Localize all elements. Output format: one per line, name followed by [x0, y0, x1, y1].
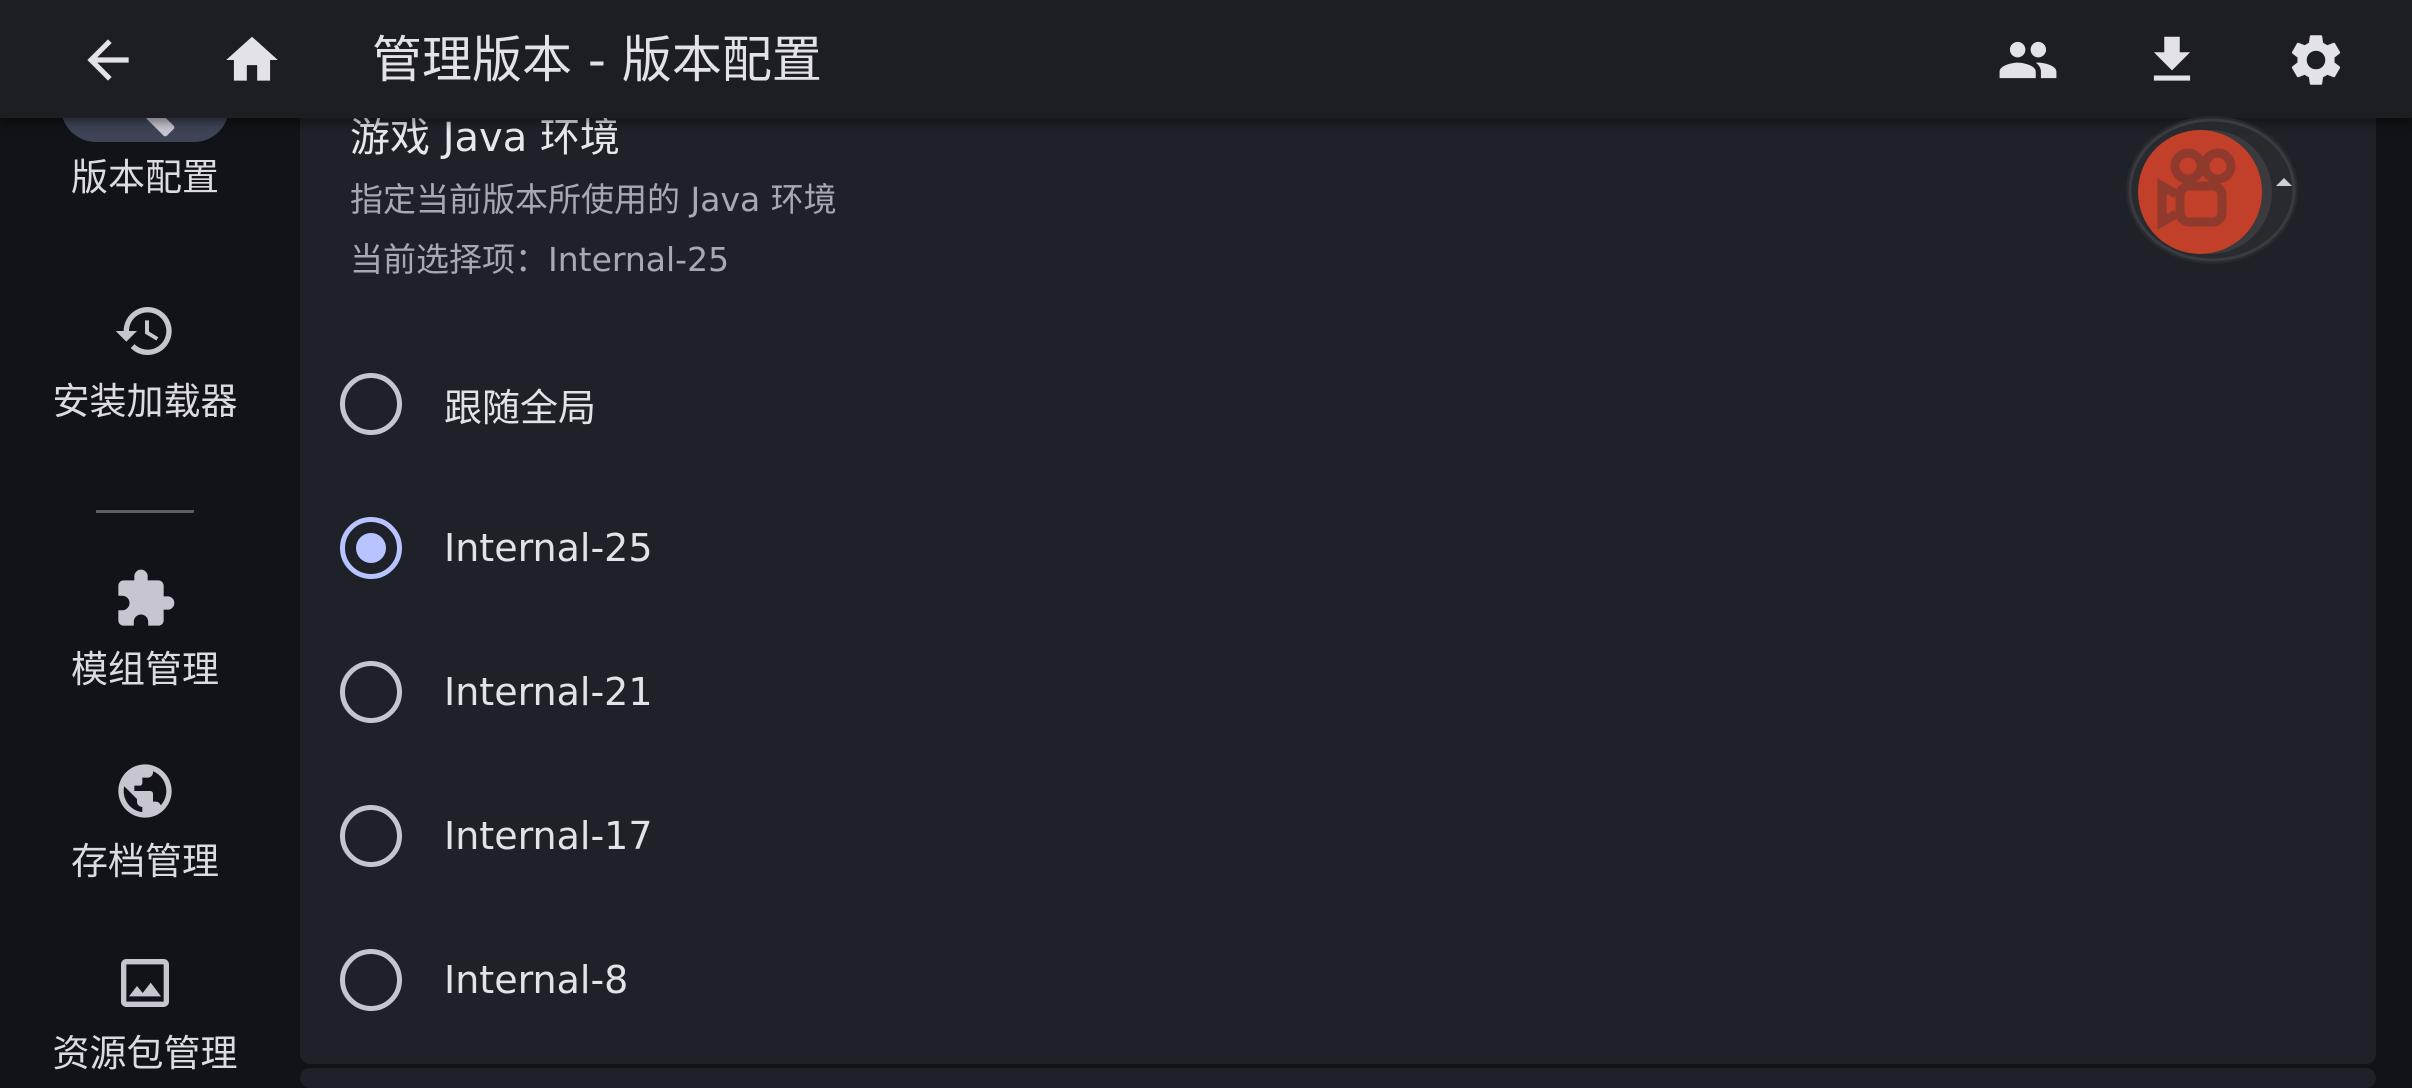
- globe-icon: [118, 764, 172, 818]
- java-option-internal-25[interactable]: Internal-25: [340, 498, 1540, 598]
- next-card-edge: [300, 1068, 2376, 1088]
- nav-label: 模组管理: [71, 648, 219, 691]
- option-label: 跟随全局: [444, 385, 597, 430]
- floating-record-button[interactable]: [2124, 114, 2300, 266]
- download-icon: [2153, 36, 2191, 81]
- java-option-internal-21[interactable]: Internal-21: [340, 642, 1540, 742]
- settings-button[interactable]: [2276, 20, 2356, 100]
- option-label: Internal-21: [444, 670, 653, 714]
- wrench-icon: [145, 118, 175, 137]
- back-button[interactable]: [68, 20, 148, 100]
- nav-item-version-config[interactable]: 版本配置: [0, 118, 290, 202]
- java-option-internal-8[interactable]: Internal-8: [340, 930, 1540, 1030]
- section-title: 游戏 Java 环境: [350, 115, 620, 161]
- radio-button-selected[interactable]: [340, 517, 402, 579]
- home-icon: [226, 36, 278, 81]
- radio-button[interactable]: [340, 373, 402, 435]
- puzzle-icon: [118, 569, 175, 626]
- java-environment-card: 游戏 Java 环境 指定当前版本所使用的 Java 环境 当前选择项：Inte…: [300, 98, 2376, 1064]
- nav-active-indicator: [61, 118, 229, 142]
- accounts-button[interactable]: [1988, 20, 2068, 100]
- java-option-internal-17[interactable]: Internal-17: [340, 786, 1540, 886]
- radio-button[interactable]: [340, 661, 402, 723]
- nav-item-mod-management[interactable]: 模组管理: [0, 564, 290, 694]
- nav-label: 存档管理: [71, 840, 219, 883]
- nav-label: 资源包管理: [52, 1032, 238, 1075]
- download-button[interactable]: [2132, 20, 2212, 100]
- home-button[interactable]: [212, 20, 292, 100]
- history-icon: [115, 307, 172, 356]
- nav-label: 版本配置: [71, 156, 219, 199]
- image-icon: [121, 959, 169, 1007]
- page-title: 管理版本 - 版本配置: [372, 31, 822, 89]
- current-selection-text: 当前选择项：Internal-25: [350, 240, 730, 279]
- arrow-back-icon: [87, 39, 129, 81]
- nav-item-save-management[interactable]: 存档管理: [0, 756, 290, 886]
- nav-item-resourcepack-management[interactable]: 资源包管理: [0, 948, 290, 1078]
- people-icon: [1999, 41, 2057, 79]
- radio-button[interactable]: [340, 805, 402, 867]
- camera-record-icon: [2126, 116, 2298, 264]
- option-label: Internal-8: [444, 958, 629, 1002]
- option-label: Internal-25: [444, 526, 653, 570]
- top-app-bar: 管理版本 - 版本配置: [0, 0, 2412, 118]
- radio-button[interactable]: [340, 949, 402, 1011]
- nav-item-install-loader[interactable]: 安装加载器: [0, 296, 290, 426]
- nav-label: 安装加载器: [52, 380, 238, 423]
- option-label: Internal-17: [444, 814, 653, 858]
- nav-divider: [96, 510, 194, 513]
- navigation-rail: 版本配置 安装加载器 模组管理 存档管理 资源包管理: [0, 118, 290, 1080]
- java-option-follow-global[interactable]: 跟随全局: [340, 354, 1540, 454]
- section-description: 指定当前版本所使用的 Java 环境: [350, 180, 837, 219]
- gear-icon: [2291, 35, 2341, 85]
